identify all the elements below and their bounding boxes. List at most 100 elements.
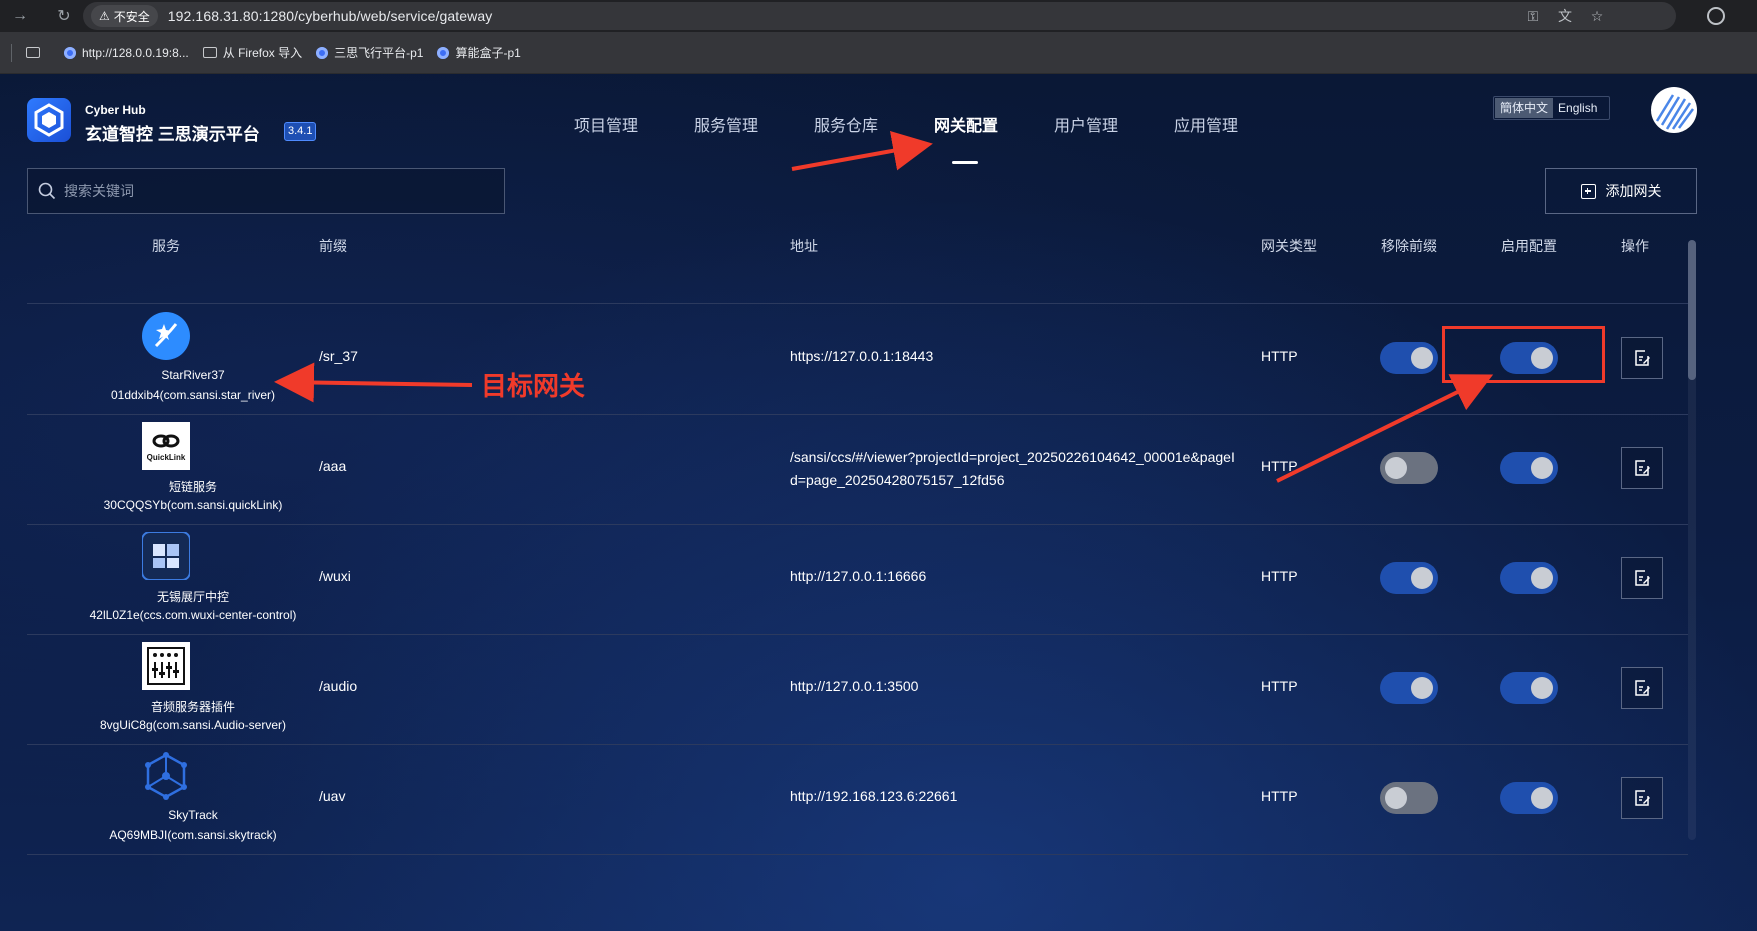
edit-icon [1635, 570, 1650, 586]
service-id: 42lL0Z1e(ccs.com.wuxi-center-control) [89, 608, 297, 622]
remove-prefix-toggle[interactable] [1380, 342, 1438, 374]
table-scrollbar[interactable] [1688, 240, 1696, 840]
reload-icon[interactable]: ↻ [52, 4, 76, 28]
bookmarks-folder[interactable] [26, 47, 40, 58]
service-name: 无锡展厅中控 [156, 590, 229, 604]
edit-button[interactable] [1621, 557, 1663, 599]
enable-config-toggle[interactable] [1500, 452, 1558, 484]
url-field[interactable]: ⚠ 不安全 192.168.31.80:1280/cyberhub/web/se… [83, 2, 1676, 30]
toggle-knob [1531, 677, 1553, 699]
service-name: 音频服务器插件 [150, 700, 235, 714]
star-icon[interactable]: ☆ [1588, 7, 1606, 25]
profile-icon[interactable] [1707, 7, 1725, 25]
bookmarks-bar: http://128.0.0.19:8... 从 Firefox 导入 三思飞行… [0, 32, 1757, 74]
toggle-knob [1411, 347, 1433, 369]
toggle-knob [1531, 567, 1553, 589]
table-row: StarRiver37 01ddxib4(com.sansi.star_rive… [27, 304, 1688, 415]
nav-service-management[interactable]: 服务管理 [694, 112, 758, 136]
prefix-cell: /sr_37 [319, 348, 358, 364]
brand-title: 玄道智控 三思演示平台 [85, 125, 260, 144]
highlight-box [1442, 326, 1605, 383]
version-badge: 3.4.1 [284, 122, 317, 141]
app-logo[interactable] [27, 98, 71, 142]
nav-service-repository[interactable]: 服务仓库 [814, 112, 878, 136]
insecure-badge[interactable]: ⚠ 不安全 [91, 5, 158, 27]
remove-prefix-toggle[interactable] [1380, 782, 1438, 814]
toggle-knob [1411, 677, 1433, 699]
star-river-icon [142, 312, 190, 360]
hexagon-logo-icon [34, 103, 64, 137]
prefix-cell: /wuxi [319, 568, 351, 584]
search-box [27, 168, 505, 214]
table-row: QuickLink 短链服务 30CQQSYb(com.sansi.quickL… [27, 414, 1688, 525]
avatar[interactable] [1651, 87, 1697, 133]
add-gateway-label: 添加网关 [1605, 183, 1662, 199]
enable-config-toggle[interactable] [1500, 782, 1558, 814]
remove-prefix-toggle[interactable] [1380, 562, 1438, 594]
app-root: Cyber Hub 玄道智控 三思演示平台 3.4.1 项目管理 服务管理 服务… [0, 74, 1757, 931]
avatar-pattern-icon [1655, 94, 1695, 130]
edit-button[interactable] [1621, 337, 1663, 379]
service-id: 8vgUiC8g(com.sansi.Audio-server) [99, 718, 287, 732]
toggle-knob [1531, 787, 1553, 809]
enable-config-toggle[interactable] [1500, 562, 1558, 594]
table-row: 音频服务器插件 8vgUiC8g(com.sansi.Audio-server)… [27, 634, 1688, 745]
nav-user-management[interactable]: 用户管理 [1054, 112, 1118, 136]
gateway-type-cell: HTTP [1261, 568, 1298, 584]
add-gateway-button[interactable]: 添加网关 [1545, 168, 1697, 214]
divider [11, 43, 12, 62]
bookmark-3[interactable]: 三思飞行平台-p1 [316, 44, 423, 61]
prefix-cell: /uav [319, 788, 346, 804]
table-row: SkyTrack AQ69MBJI(com.sansi.skytrack) /u… [27, 744, 1688, 855]
folder-icon [26, 47, 40, 58]
cube-building-icon [142, 532, 190, 580]
site-icon [316, 46, 329, 59]
remove-prefix-toggle[interactable] [1380, 672, 1438, 704]
prefix-cell: /aaa [319, 458, 347, 474]
nav-gateway-config[interactable]: 网关配置 [934, 112, 998, 136]
service-id: 30CQQSYb(com.sansi.quickLink) [103, 498, 283, 512]
header-prefix: 前缀 [319, 238, 347, 254]
bookmark-1[interactable]: http://128.0.0.19:8... [64, 46, 189, 60]
search-input[interactable] [56, 168, 504, 214]
lang-zh[interactable]: 簡体中文 [1495, 98, 1554, 118]
bookmark-label: http://128.0.0.19:8... [82, 45, 189, 60]
service-name: 短链服务 [168, 480, 217, 494]
table-row: 无锡展厅中控 42lL0Z1e(ccs.com.wuxi-center-cont… [27, 524, 1688, 635]
language-switch: 簡体中文 English [1493, 96, 1610, 120]
toggle-knob [1411, 567, 1433, 589]
header-enable-config: 启用配置 [1501, 238, 1557, 254]
translate-icon[interactable]: 文 [1556, 7, 1574, 25]
edit-button[interactable] [1621, 667, 1663, 709]
bookmark-label: 从 Firefox 导入 [222, 46, 303, 60]
edit-icon [1635, 680, 1650, 696]
scrollbar-thumb[interactable] [1688, 240, 1696, 380]
url-text[interactable]: 192.168.31.80:1280/cyberhub/web/service/… [168, 8, 493, 24]
gateway-type-cell: HTTP [1261, 788, 1298, 804]
address-cell: https://127.0.0.1:18443 [790, 348, 934, 364]
prefix-cell: /audio [319, 678, 358, 694]
gateway-type-cell: HTTP [1261, 458, 1298, 474]
lang-en[interactable]: English [1553, 98, 1602, 118]
remove-prefix-toggle[interactable] [1380, 452, 1438, 484]
svg-text:QuickLink: QuickLink [147, 453, 186, 462]
edit-icon [1635, 350, 1650, 366]
browser-address-bar: → ↻ ⚠ 不安全 192.168.31.80:1280/cyberhub/we… [0, 0, 1757, 32]
forward-icon[interactable]: → [8, 4, 32, 28]
bookmark-4[interactable]: 算能盒子-p1 [437, 44, 521, 61]
key-icon[interactable]: ⚿ [1524, 7, 1542, 25]
address-cell: http://127.0.0.1:3500 [790, 678, 919, 694]
service-name: StarRiver37 [161, 368, 225, 382]
edit-button[interactable] [1621, 777, 1663, 819]
header-remove-prefix: 移除前缀 [1381, 238, 1437, 254]
service-id: AQ69MBJI(com.sansi.skytrack) [109, 828, 277, 842]
nav-app-management[interactable]: 应用管理 [1174, 112, 1238, 136]
enable-config-toggle[interactable] [1500, 672, 1558, 704]
nav-project-management[interactable]: 项目管理 [574, 112, 638, 136]
edit-button[interactable] [1621, 447, 1663, 489]
insecure-label: 不安全 [113, 9, 150, 24]
bookmark-2[interactable]: 从 Firefox 导入 [202, 44, 303, 61]
search-icon [38, 182, 56, 200]
warning-icon: ⚠ [99, 9, 110, 23]
audio-mixer-icon [142, 642, 190, 690]
